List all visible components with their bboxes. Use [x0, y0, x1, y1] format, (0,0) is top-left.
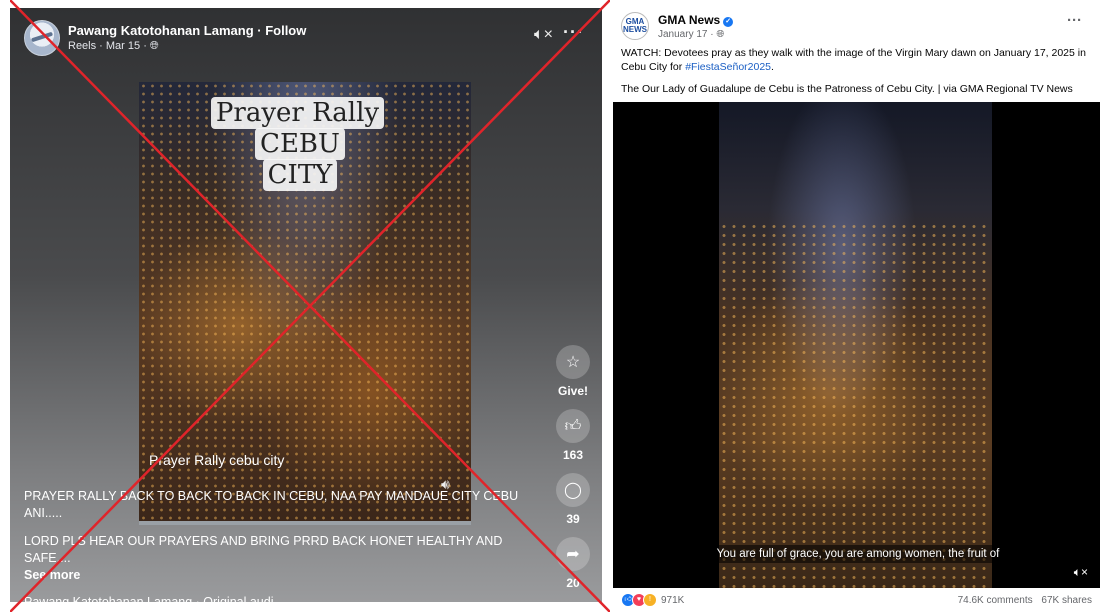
- crowd-candles-scene: [719, 222, 992, 588]
- like-button[interactable]: 👍︎ 163: [550, 409, 596, 462]
- give-label: Give!: [557, 384, 588, 398]
- share-button[interactable]: ➦ 20: [550, 537, 596, 590]
- gma-logo[interactable]: GMA NEWS: [621, 12, 649, 40]
- author-name[interactable]: Pawang Katotohanan Lamang: [68, 23, 254, 38]
- post-video[interactable]: You are full of grace, you are among wom…: [613, 102, 1100, 588]
- comment-count: 39: [566, 512, 580, 526]
- more-options-icon[interactable]: ···: [563, 22, 584, 43]
- follow-link[interactable]: · Follow: [257, 23, 306, 38]
- reactions-summary[interactable]: 👍︎ ♥ ! 971K: [621, 593, 684, 607]
- share-count: 20: [566, 576, 580, 590]
- globe-icon: 🌐︎: [716, 28, 725, 40]
- caption-line-2: LORD PLS HEAR OUR PRAYERS AND BRING PRRD…: [24, 534, 503, 565]
- comments-count[interactable]: 74.6K comments: [958, 595, 1033, 606]
- left-reel-post: Pawang Katotohanan Lamang · Follow Reels…: [10, 8, 602, 602]
- globe-icon: 🌐︎: [149, 40, 159, 52]
- give-button[interactable]: ☆ Give!: [550, 345, 596, 398]
- shares-count[interactable]: 67K shares: [1041, 595, 1092, 606]
- author-avatar[interactable]: [24, 20, 60, 56]
- thumbs-up-icon: 👍︎: [556, 409, 590, 443]
- post-meta: Reels · Mar 15 ·: [68, 40, 147, 52]
- caption-line-1b: ANI.....: [24, 506, 63, 520]
- post-header: GMA NEWS GMA News ✓ January 17 · 🌐︎: [621, 12, 734, 40]
- caption-paragraph-2: The Our Lady of Guadalupe de Cebu is the…: [621, 83, 1073, 95]
- mute-icon[interactable]: 🔈︎×: [534, 26, 553, 44]
- star-icon: ☆: [556, 345, 590, 379]
- like-count: 163: [562, 448, 584, 462]
- caption-line-1: PRAYER RALLY BACK TO BACK TO BACK IN CEB…: [24, 489, 519, 503]
- engagement-stats: 👍︎ ♥ ! 971K 74.6K comments 67K shares: [621, 593, 1092, 607]
- post-caption: WATCH: Devotees pray as they walk with t…: [621, 46, 1095, 96]
- original-audio-link[interactable]: Pawang Katotohanan Lamang · Original aud…: [24, 594, 544, 602]
- video-subtitle: You are full of grace, you are among wom…: [703, 544, 1013, 563]
- comment-icon: ◯: [556, 473, 590, 507]
- mute-icon[interactable]: 🔈︎×: [1074, 565, 1088, 580]
- gma-news-post: GMA NEWS GMA News ✓ January 17 · 🌐︎ ··· W…: [613, 0, 1100, 612]
- hashtag-link[interactable]: #FiestaSeñor2025: [685, 61, 771, 73]
- wow-reaction-icon: !: [643, 593, 657, 607]
- video-subtitle: Prayer Rally cebu city: [149, 452, 285, 468]
- more-options-icon[interactable]: ···: [1067, 12, 1082, 29]
- comment-button[interactable]: ◯ 39: [550, 473, 596, 526]
- verified-badge-icon: ✓: [723, 16, 734, 27]
- see-more-link[interactable]: See more: [24, 567, 544, 584]
- caption-paragraph-1: WATCH: Devotees pray as they walk with t…: [621, 47, 1086, 73]
- video-frame: You are full of grace, you are among wom…: [710, 102, 1006, 588]
- post-date[interactable]: January 17 ·: [658, 29, 714, 40]
- share-icon: ➦: [556, 537, 590, 571]
- reel-header: Pawang Katotohanan Lamang · Follow Reels…: [24, 20, 306, 56]
- page-name[interactable]: GMA News: [658, 13, 720, 27]
- reel-caption: PRAYER RALLY BACK TO BACK TO BACK IN CEB…: [24, 488, 544, 602]
- reaction-count: 971K: [661, 594, 685, 606]
- reel-video[interactable]: Prayer Rally CEBU CITY Prayer Rally cebu …: [139, 82, 471, 525]
- video-title-overlay: Prayer Rally CEBU CITY: [171, 97, 429, 191]
